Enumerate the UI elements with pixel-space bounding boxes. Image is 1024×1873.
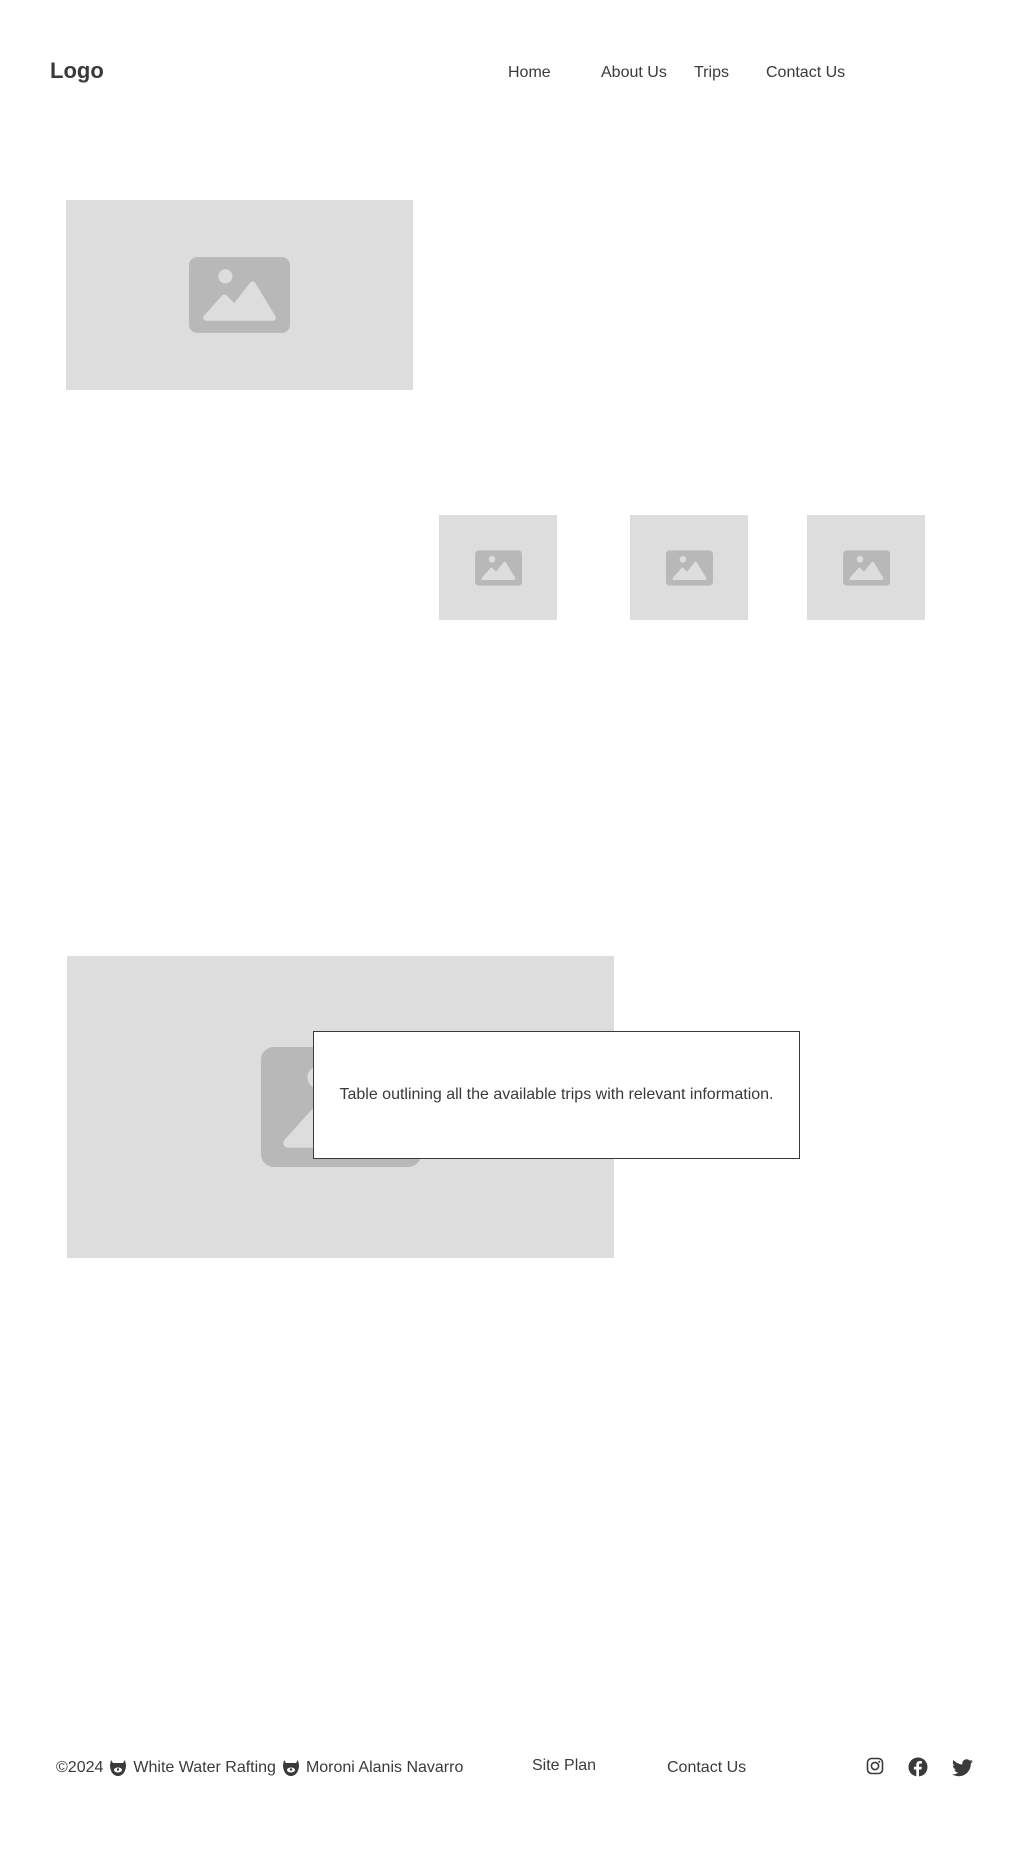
trips-table-note: Table outlining all the available trips … [339,1086,774,1103]
copyright: ©2024 [56,1759,104,1776]
bear-icon [110,1760,127,1776]
nav-trips[interactable]: Trips [694,64,729,82]
gallery-image-3 [807,515,925,620]
image-icon [665,549,713,586]
gallery-image-1 [439,515,557,620]
nav-about-us[interactable]: About Us [601,64,667,82]
facebook-icon[interactable] [908,1757,928,1777]
bear-icon [282,1760,299,1776]
nav-contact-us[interactable]: Contact Us [766,64,845,82]
trips-table-placeholder: Table outlining all the available trips … [313,1031,800,1159]
site-name: White Water Rafting [133,1759,276,1776]
image-icon [189,257,290,333]
nav-home[interactable]: Home [508,64,551,82]
footer-site-plan[interactable]: Site Plan [532,1757,596,1775]
gallery-image-2 [630,515,748,620]
instagram-icon[interactable] [866,1757,884,1775]
hero-image [66,200,413,390]
author-name: Moroni Alanis Navarro [305,1759,464,1776]
footer-credits: ©2024 White Water Rafting Moroni Alanis … [56,1759,463,1777]
image-icon [474,549,522,586]
twitter-icon[interactable] [952,1759,973,1777]
logo[interactable]: Logo [50,58,104,84]
image-icon [842,549,890,586]
footer-contact-us[interactable]: Contact Us [667,1759,746,1777]
